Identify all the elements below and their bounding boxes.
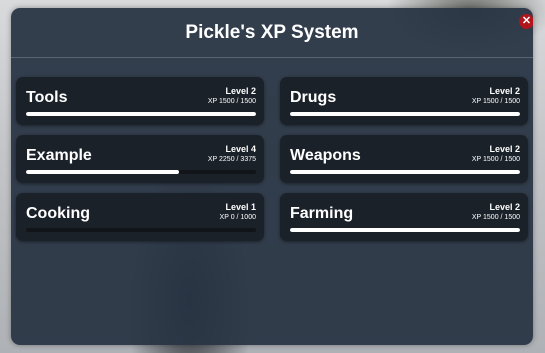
skill-xp: XP 2250 / 3375 [207, 156, 256, 163]
skill-xp: XP 1500 / 1500 [471, 98, 520, 105]
xp-progress-bar [290, 228, 520, 232]
skill-xp: XP 0 / 1000 [219, 214, 256, 221]
xp-progress-fill [290, 170, 520, 174]
skill-name: Weapons [290, 147, 361, 164]
window-title: Pickle's XP System [185, 22, 359, 43]
xp-progress-fill [290, 112, 520, 116]
skill-card-farming: Farming Level 2 XP 1500 / 1500 [280, 193, 528, 241]
skill-card-cooking: Cooking Level 1 XP 0 / 1000 [16, 193, 264, 241]
xp-progress-bar [26, 112, 256, 116]
skill-xp: XP 1500 / 1500 [471, 214, 520, 221]
close-button[interactable]: ✕ [519, 14, 533, 29]
xp-progress-bar [26, 170, 256, 174]
window-header: Pickle's XP System [11, 8, 533, 58]
skill-card-example: Example Level 4 XP 2250 / 3375 [16, 135, 264, 183]
skill-level: Level 4 [225, 144, 256, 154]
skill-level: Level 1 [225, 202, 256, 212]
xp-progress-fill [26, 170, 180, 174]
xp-progress-fill [290, 228, 520, 232]
skill-card-weapons: Weapons Level 2 XP 1500 / 1500 [280, 135, 528, 183]
skill-name: Drugs [290, 89, 337, 106]
xp-window: Pickle's XP System ✕ Tools Level 2 XP 15… [11, 8, 533, 345]
skill-card-tools: Tools Level 2 XP 1500 / 1500 [16, 77, 264, 125]
skill-level: Level 2 [489, 144, 520, 154]
xp-progress-bar [290, 170, 520, 174]
skill-level: Level 2 [225, 86, 256, 96]
skill-name: Farming [290, 205, 354, 222]
close-icon: ✕ [521, 15, 532, 27]
skill-card-drugs: Drugs Level 2 XP 1500 / 1500 [280, 77, 528, 125]
skill-xp: XP 1500 / 1500 [207, 98, 256, 105]
xp-progress-bar [26, 228, 256, 232]
skill-name: Tools [26, 89, 68, 106]
skill-name: Example [26, 147, 92, 164]
skill-name: Cooking [26, 205, 90, 222]
skill-level: Level 2 [489, 86, 520, 96]
skill-xp: XP 1500 / 1500 [471, 156, 520, 163]
xp-progress-fill [26, 112, 256, 116]
skill-level: Level 2 [489, 202, 520, 212]
xp-progress-bar [290, 112, 520, 116]
